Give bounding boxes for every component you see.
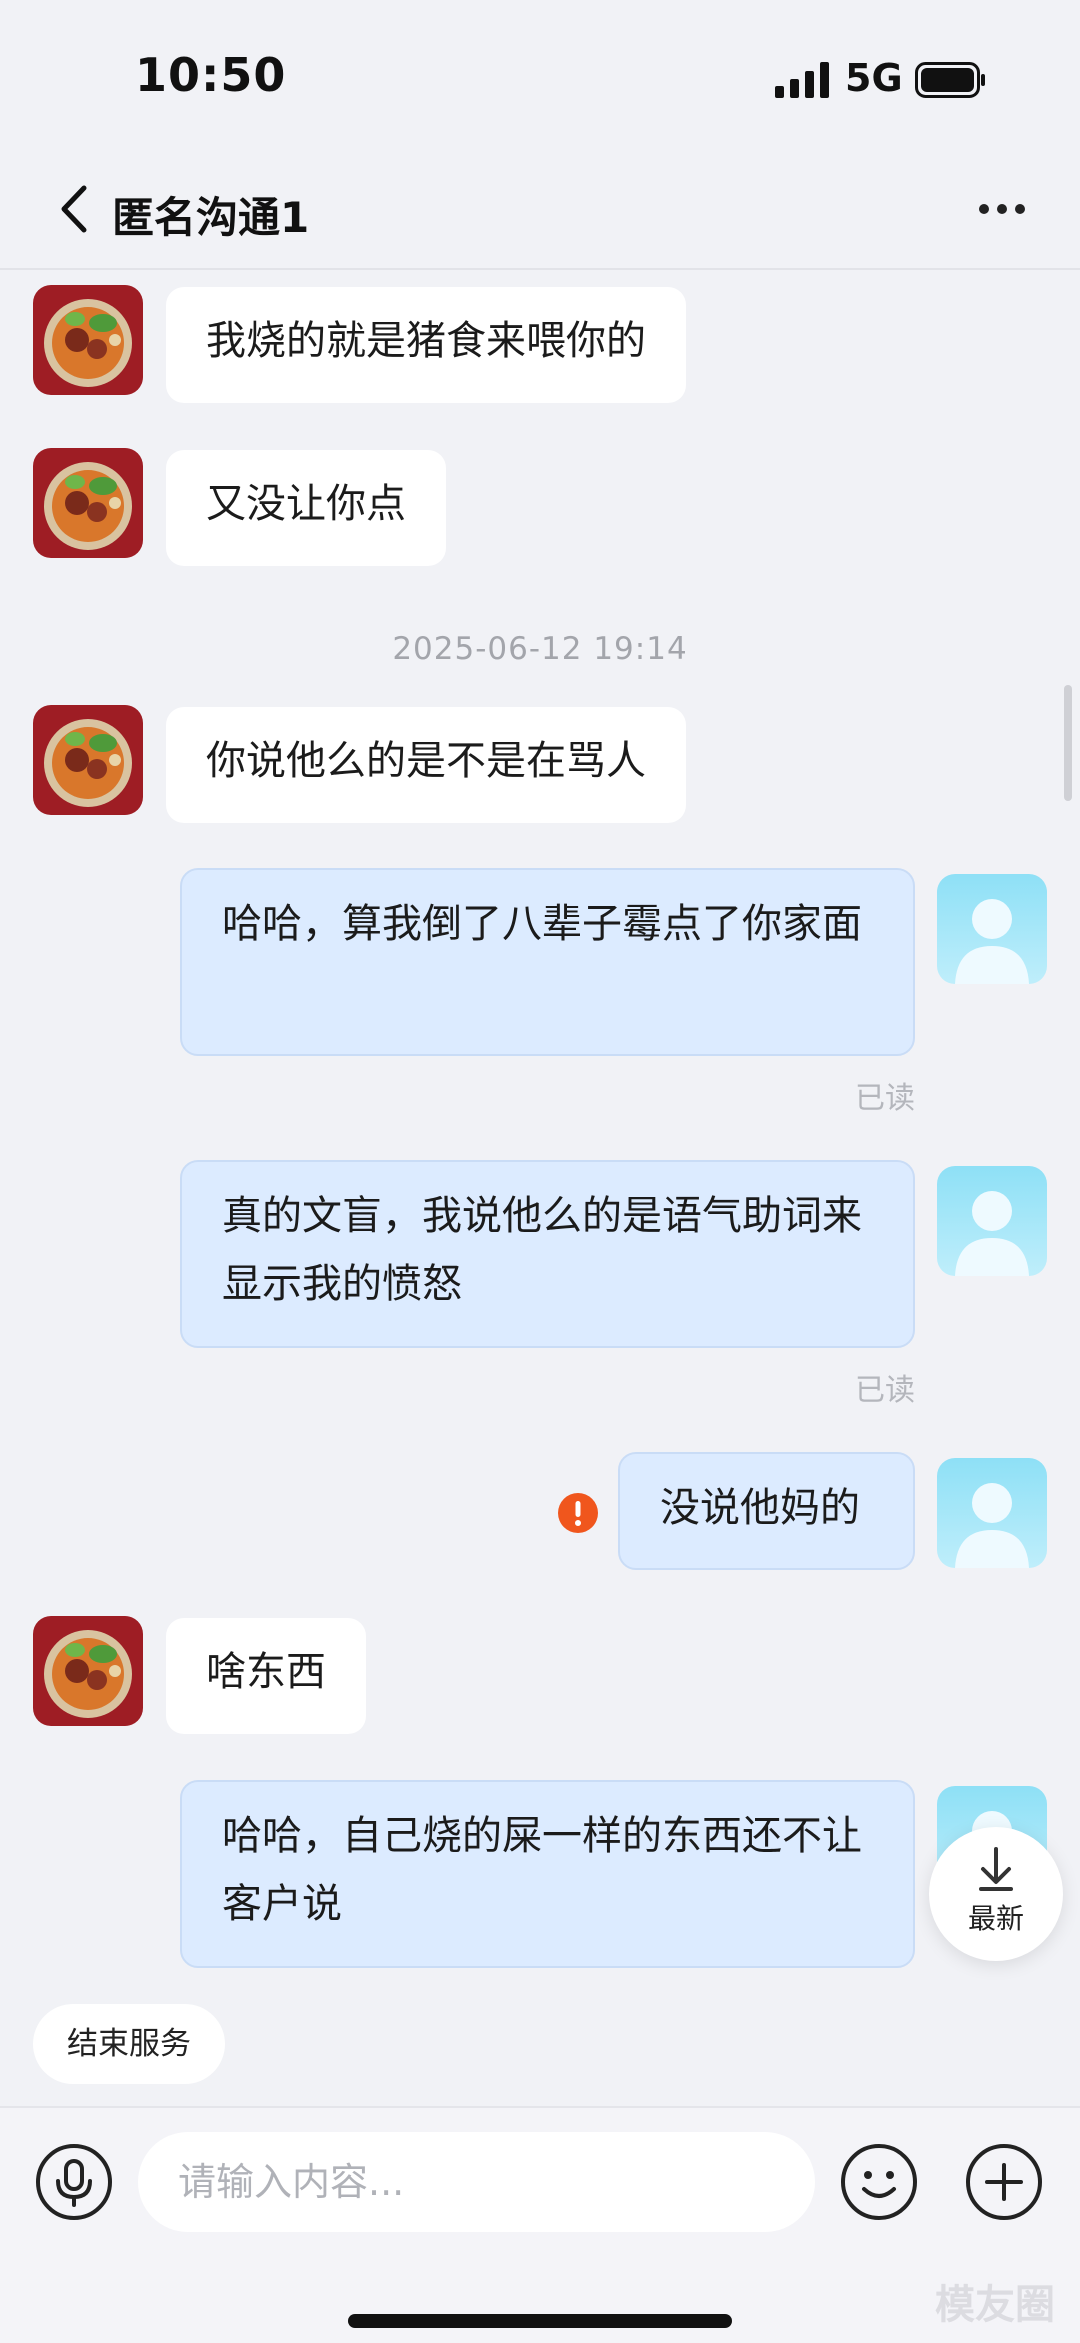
avatar[interactable] (937, 1166, 1047, 1276)
user-avatar-icon (937, 1166, 1047, 1276)
status-time: 10:50 (135, 48, 287, 102)
message-timestamp: 2025-06-12 19:14 (392, 631, 688, 667)
message-bubble[interactable]: 没说他妈的 (618, 1452, 915, 1570)
avatar[interactable] (937, 874, 1047, 984)
signal-icon (775, 62, 829, 98)
read-status: 已读 (855, 1373, 915, 1408)
status-bar: 10:50 5G (0, 0, 1080, 150)
message-bubble[interactable]: 又没让你点 (166, 450, 446, 566)
network-type: 5G (845, 56, 903, 100)
user-avatar-icon (937, 874, 1047, 984)
plus-icon[interactable] (965, 2143, 1043, 2221)
error-icon[interactable] (557, 1492, 599, 1534)
user-avatar-icon (937, 1458, 1047, 1568)
microphone-icon[interactable] (35, 2143, 113, 2221)
watermark: 模友圈 (935, 2282, 1055, 2328)
avatar[interactable] (937, 1458, 1047, 1568)
message-bubble[interactable]: 我烧的就是猪食来喂你的 (166, 287, 686, 403)
read-status: 已读 (855, 1081, 915, 1116)
message-input[interactable] (138, 2132, 815, 2232)
message-bubble[interactable]: 哈哈，算我倒了八辈子霉点了你家面 (180, 868, 915, 1056)
avatar[interactable] (33, 285, 143, 395)
input-bar: 模友圈 (0, 2106, 1080, 2343)
page-title: 匿名沟通1 (112, 193, 310, 242)
nav-bar: 匿名沟通1 (0, 150, 1080, 270)
arrow-down-icon (979, 1847, 1013, 1891)
food-avatar-image (33, 448, 143, 558)
message-bubble[interactable]: 啥东西 (166, 1618, 366, 1734)
back-icon[interactable] (56, 182, 92, 236)
home-indicator[interactable] (348, 2314, 732, 2328)
food-avatar-image (33, 1616, 143, 1726)
message-bubble[interactable]: 你说他么的是不是在骂人 (166, 707, 686, 823)
avatar[interactable] (33, 448, 143, 558)
food-avatar-image (33, 705, 143, 815)
scrollbar[interactable] (1064, 685, 1072, 801)
food-avatar-image (33, 285, 143, 395)
avatar[interactable] (33, 1616, 143, 1726)
battery-icon (915, 62, 985, 98)
scroll-to-latest-button[interactable]: 最新 (929, 1827, 1063, 1961)
avatar[interactable] (33, 705, 143, 815)
more-icon[interactable] (978, 200, 1026, 218)
message-bubble[interactable]: 真的文盲，我说他么的是语气助词来显示我的愤怒 (180, 1160, 915, 1348)
end-service-button[interactable]: 结束服务 (33, 2004, 225, 2084)
message-bubble[interactable]: 哈哈，自己烧的屎一样的东西还不让客户说 (180, 1780, 915, 1968)
latest-label: 最新 (967, 1902, 1024, 1935)
emoji-icon[interactable] (840, 2143, 918, 2221)
